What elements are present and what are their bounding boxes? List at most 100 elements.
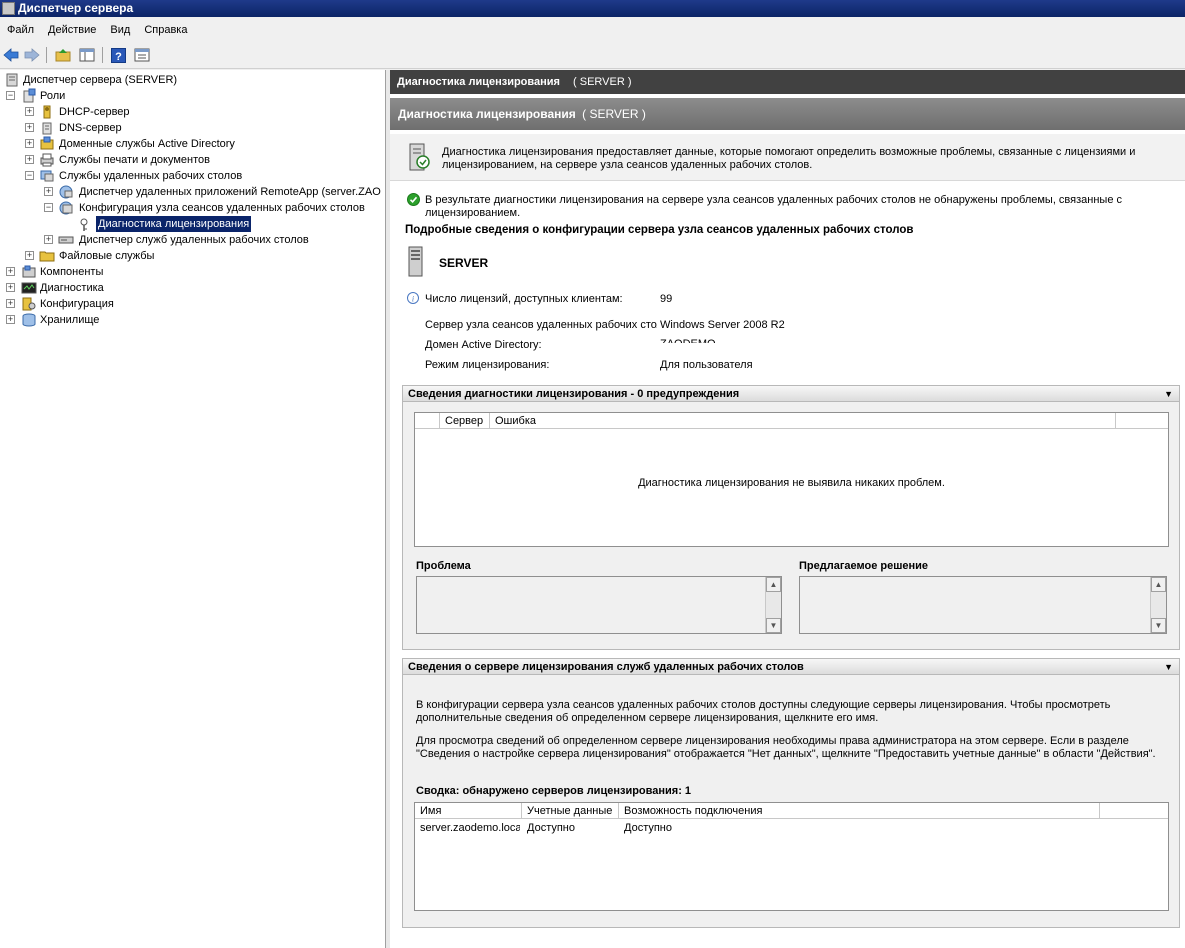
licensing-section-header[interactable]: Сведения о сервере лицензирования служб … — [403, 659, 1179, 675]
expand-icon[interactable]: + — [25, 139, 34, 148]
window-title-bar: Диспетчер сервера — [0, 0, 1185, 17]
collapse-section-icon[interactable]: ▼ — [1164, 659, 1173, 675]
tree-item-configuration[interactable]: + Конфигурация — [0, 296, 380, 312]
grid-column-error[interactable]: Ошибка — [490, 413, 1116, 429]
active-directory-icon — [40, 136, 54, 150]
solution-scrollbar[interactable]: ▲ ▼ — [1150, 577, 1166, 633]
solution-label: Предлагаемое решение — [799, 560, 929, 572]
tree-item-active-directory[interactable]: + Доменные службы Active Directory — [0, 136, 380, 152]
problem-scrollbar[interactable]: ▲ ▼ — [765, 577, 781, 633]
server-manager-icon — [6, 73, 18, 87]
expand-icon[interactable]: + — [25, 107, 34, 116]
properties-icon[interactable] — [133, 46, 151, 64]
expand-icon[interactable]: + — [6, 267, 15, 276]
licensing-diagnosis-icon — [409, 143, 430, 171]
help-icon[interactable]: ? — [109, 46, 127, 64]
printer-icon — [40, 153, 54, 167]
collapse-icon[interactable]: − — [25, 171, 34, 180]
tree-item-label: DHCP-сервер — [59, 106, 130, 118]
grid-column-connectivity[interactable]: Возможность подключения — [619, 803, 1100, 819]
menu-view[interactable]: Вид — [103, 20, 137, 40]
tree-item-file-services[interactable]: + Файловые службы — [0, 248, 380, 264]
licensing-server-section: Сведения о сервере лицензирования служб … — [402, 658, 1180, 928]
remoteapp-icon — [59, 185, 73, 199]
window-title: Диспетчер сервера — [18, 1, 134, 15]
solution-textbox[interactable]: ▲ ▼ — [799, 576, 1167, 634]
collapse-section-icon[interactable]: ▼ — [1164, 386, 1173, 402]
tree-item-print-services[interactable]: + Службы печати и документов — [0, 152, 380, 168]
show-hide-console-tree-icon[interactable] — [78, 46, 96, 64]
grid-column-server[interactable]: Сервер — [440, 413, 490, 429]
tree-item-dhcp[interactable]: + DHCP-сервер — [0, 104, 380, 120]
problem-textbox[interactable]: ▲ ▼ — [416, 576, 782, 634]
tree-item-rdsh-configuration[interactable]: − Конфигурация узла сеансов удаленных ра… — [0, 200, 380, 216]
tree-item-label: Диагностика — [40, 282, 104, 294]
tree-item-label: Конфигурация — [40, 298, 114, 310]
diagnosis-section-header[interactable]: Сведения диагностики лицензирования - 0 … — [403, 386, 1179, 402]
tree-item-storage[interactable]: + Хранилище — [0, 312, 380, 328]
tree-item-rds-manager[interactable]: + Диспетчер служб удаленных рабочих стол… — [0, 232, 380, 248]
server-icon — [408, 246, 423, 277]
expand-icon[interactable]: + — [44, 235, 53, 244]
expand-icon[interactable]: + — [6, 283, 15, 292]
tree-item-licensing-diagnosis[interactable]: Диагностика лицензирования — [0, 216, 380, 232]
expand-icon[interactable]: + — [6, 299, 15, 308]
tree-item-roles[interactable]: − Роли — [0, 88, 380, 104]
diagnosis-errors-grid[interactable]: Сервер Ошибка Диагностика лицензирования… — [414, 412, 1169, 547]
ad-domain-label: Домен Active Directory: — [425, 339, 542, 351]
grid-header: Сервер Ошибка — [415, 413, 1168, 429]
details-subheader: Диагностика лицензирования ( SERVER ) — [390, 98, 1185, 130]
tree-item-label: Хранилище — [40, 314, 100, 326]
grid-column-name[interactable]: Имя — [415, 803, 522, 819]
expand-icon[interactable]: + — [25, 155, 34, 164]
tree-item-diagnostics[interactable]: + Диагностика — [0, 280, 380, 296]
tree-item-remoteapp-manager[interactable]: + Диспетчер удаленных приложений RemoteA… — [0, 184, 386, 200]
expand-icon[interactable]: + — [44, 187, 53, 196]
table-row[interactable]: server.zaodemo.local Доступно Доступно — [415, 822, 1168, 838]
toolbar-separator — [102, 47, 103, 63]
grid-column-credentials[interactable]: Учетные данные — [522, 803, 619, 819]
header-server: ( SERVER ) — [573, 76, 632, 88]
tree-item-label: Файловые службы — [59, 250, 155, 262]
config-details-heading: Подробные сведения о конфигурации сервер… — [405, 224, 914, 236]
menu-help[interactable]: Справка — [137, 20, 194, 40]
roles-icon — [23, 88, 36, 103]
rdsh-server-value: Windows Server 2008 R2 — [660, 319, 785, 331]
tree-item-label: Диспетчер сервера (SERVER) — [23, 74, 178, 86]
expand-icon[interactable]: + — [6, 315, 15, 324]
ad-domain-value: ZAODEMO — [660, 338, 716, 343]
tree-item-root[interactable]: Диспетчер сервера (SERVER) — [2, 72, 382, 88]
tree-item-dns[interactable]: + DNS-сервер — [0, 120, 380, 136]
menu-action[interactable]: Действие — [41, 20, 103, 40]
diagnostics-icon — [21, 282, 37, 294]
licensing-servers-grid[interactable]: Имя Учетные данные Возможность подключен… — [414, 802, 1169, 911]
details-header: Диагностика лицензирования ( SERVER ) — [390, 70, 1185, 94]
subheader-title: Диагностика лицензирования — [398, 107, 576, 121]
rdsh-server-label: Сервер узла сеансов удаленных рабочих ст… — [425, 319, 657, 331]
tree-item-label: Компоненты — [40, 266, 104, 278]
back-arrow-icon[interactable] — [2, 46, 20, 64]
svg-text:?: ? — [115, 51, 122, 63]
licensing-mode-label: Режим лицензирования: — [425, 359, 550, 371]
tree-item-label: Службы удаленных рабочих столов — [59, 170, 243, 182]
tree-item-features[interactable]: + Компоненты — [0, 264, 380, 280]
dhcp-icon — [43, 105, 51, 119]
collapse-icon[interactable]: − — [44, 203, 53, 212]
expand-icon[interactable]: + — [25, 123, 34, 132]
rds-manager-icon — [58, 236, 74, 244]
tree-item-label: Диспетчер служб удаленных рабочих столов — [79, 234, 309, 246]
grid-header: Имя Учетные данные Возможность подключен… — [415, 803, 1168, 819]
forward-arrow-icon[interactable] — [23, 46, 41, 64]
menu-file[interactable]: Файл — [0, 20, 41, 40]
expand-icon[interactable]: + — [25, 251, 34, 260]
tree-item-label: Конфигурация узла сеансов удаленных рабо… — [79, 202, 365, 214]
section-title: Сведения о сервере лицензирования служб … — [408, 661, 804, 673]
up-folder-icon[interactable] — [54, 46, 72, 64]
licensing-info-paragraph: В конфигурации сервера узла сеансов удал… — [416, 699, 1111, 724]
tree-item-remote-desktop-services[interactable]: − Службы удаленных рабочих столов — [0, 168, 380, 184]
grid-column-status[interactable] — [415, 413, 440, 429]
collapse-icon[interactable]: − — [6, 91, 15, 100]
description-text: Диагностика лицензирования предоставляет… — [442, 146, 1136, 171]
configuration-icon — [22, 297, 36, 311]
success-check-icon — [407, 193, 420, 206]
